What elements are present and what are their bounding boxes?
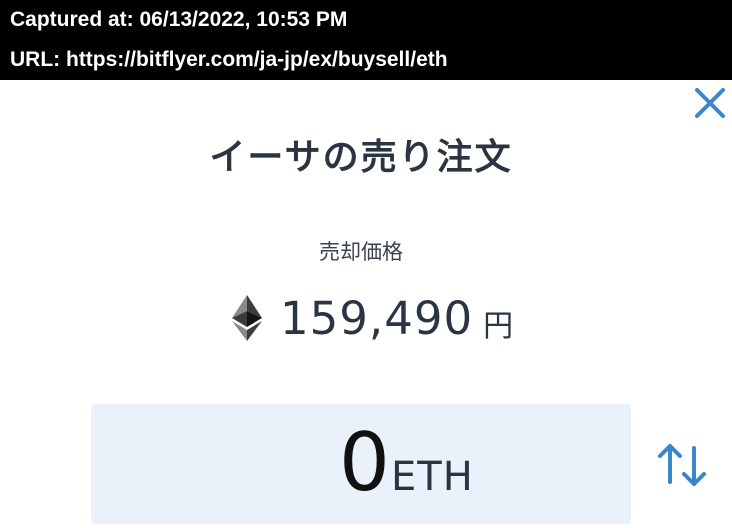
swap-arrows-icon — [658, 444, 706, 486]
sell-price-row: 159,490 円 — [232, 288, 513, 348]
dialog-title: イーサの売り注文 — [209, 137, 513, 178]
amount-unit: ETH — [391, 454, 474, 500]
capture-info-bar: Captured at: 06/13/2022, 10:53 PM URL: h… — [0, 0, 732, 80]
amount-value: 0 — [339, 416, 390, 509]
sell-price-unit: 円 — [483, 309, 514, 344]
close-icon — [695, 88, 725, 118]
sell-price-value: 159,490 — [280, 291, 474, 345]
sell-price-label: 売却価格 — [319, 240, 403, 264]
capture-timestamp: Captured at: 06/13/2022, 10:53 PM — [10, 8, 348, 31]
swap-units-button[interactable] — [656, 440, 712, 490]
capture-url: URL: https://bitflyer.com/ja-jp/ex/buyse… — [10, 48, 448, 71]
amount-input[interactable]: 0 ETH — [91, 404, 631, 524]
ethereum-icon — [232, 295, 262, 341]
close-button[interactable] — [692, 85, 728, 121]
